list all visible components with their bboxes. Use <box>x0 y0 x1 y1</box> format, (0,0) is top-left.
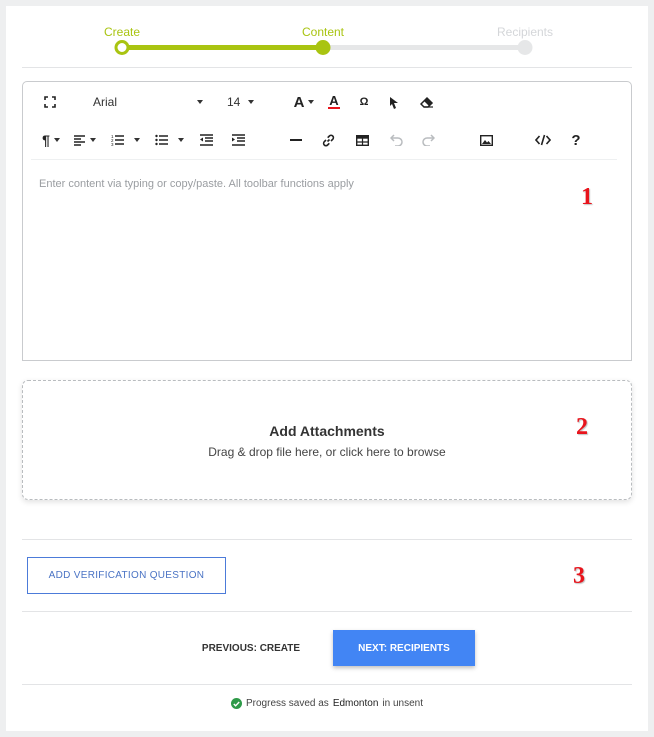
text-size-icon[interactable]: A <box>289 88 319 116</box>
divider <box>22 684 632 685</box>
content-card: Create Content Recipients Arial 14 A A Ω… <box>6 6 648 731</box>
chevron-down-icon <box>133 138 140 142</box>
svg-text:3: 3 <box>111 142 114 146</box>
divider <box>22 611 632 612</box>
font-family-value: Arial <box>93 95 118 109</box>
chevron-down-icon <box>197 100 203 104</box>
status-suffix: in unsent <box>382 698 423 709</box>
font-size-select[interactable]: 14 <box>227 88 261 116</box>
attachments-dropzone[interactable]: Add Attachments Drag & drop file here, o… <box>22 380 632 500</box>
align-icon[interactable] <box>71 126 99 154</box>
status-location: Edmonton <box>332 698 379 709</box>
indent-icon[interactable] <box>227 126 249 154</box>
chevron-down-icon <box>90 138 96 142</box>
add-verification-question-button[interactable]: ADD VERIFICATION QUESTION <box>27 557 226 594</box>
step-track-remaining <box>323 45 525 50</box>
divider <box>22 67 632 68</box>
chevron-down-icon <box>248 100 255 104</box>
step-label-content[interactable]: Content <box>302 25 344 39</box>
special-char-icon[interactable]: Ω <box>353 88 375 116</box>
help-glyph: ? <box>571 131 581 149</box>
rich-text-editor: Arial 14 A A Ω ¶ 1 2 3 ? Enter content v… <box>22 81 632 361</box>
paragraph-icon[interactable]: ¶ <box>37 126 65 154</box>
chevron-down-icon <box>53 138 60 142</box>
step-label-create[interactable]: Create <box>104 25 140 39</box>
eraser-icon[interactable] <box>415 88 439 116</box>
step-dot-recipients[interactable] <box>517 40 533 55</box>
annotation-number-3: 3 <box>573 563 585 589</box>
previous-create-button[interactable]: PREVIOUS: CREATE <box>196 630 306 666</box>
toolbar-row-2: ¶ 123 ? <box>23 126 631 154</box>
code-view-icon[interactable] <box>531 126 555 154</box>
annotation-number-2: 2 <box>576 414 588 440</box>
fullscreen-icon[interactable] <box>37 88 63 116</box>
image-icon[interactable] <box>475 126 497 154</box>
check-circle-icon <box>230 698 242 709</box>
progress-stepper: Create Content Recipients <box>6 6 648 68</box>
redo-icon[interactable] <box>417 126 439 154</box>
annotation-number-1: 1 <box>581 184 593 210</box>
attachments-subtitle: Drag & drop file here, or click here to … <box>208 445 446 459</box>
save-status: Progress saved as Edmonton in unsent <box>6 698 648 709</box>
outdent-icon[interactable] <box>195 126 217 154</box>
next-recipients-button[interactable]: NEXT: RECIPIENTS <box>333 630 475 666</box>
status-prefix: Progress saved as <box>245 698 329 709</box>
font-family-select[interactable]: Arial <box>93 88 203 116</box>
step-dot-content[interactable] <box>315 40 331 55</box>
divider <box>22 539 632 540</box>
step-label-recipients[interactable]: Recipients <box>497 25 553 39</box>
step-dot-create[interactable] <box>114 40 130 55</box>
chevron-down-icon <box>177 138 184 142</box>
unordered-list-icon[interactable] <box>151 126 187 154</box>
ordered-list-icon[interactable]: 123 <box>107 126 143 154</box>
help-icon[interactable]: ? <box>565 126 587 154</box>
toolbar-row-1: Arial 14 A A Ω <box>23 88 631 116</box>
attachments-title: Add Attachments <box>269 423 385 439</box>
toolbar-divider <box>31 159 617 160</box>
chevron-down-icon <box>308 100 315 104</box>
undo-icon[interactable] <box>385 126 407 154</box>
editor-placeholder[interactable]: Enter content via typing or copy/paste. … <box>39 178 599 190</box>
step-track-completed <box>122 45 323 50</box>
special-char-glyph: Ω <box>359 96 369 108</box>
font-size-value: 14 <box>227 95 241 109</box>
font-color-icon[interactable]: A <box>323 88 345 116</box>
horizontal-rule-icon[interactable] <box>285 126 307 154</box>
select-pointer-icon[interactable] <box>383 88 405 116</box>
table-icon[interactable] <box>351 126 373 154</box>
link-icon[interactable] <box>317 126 339 154</box>
